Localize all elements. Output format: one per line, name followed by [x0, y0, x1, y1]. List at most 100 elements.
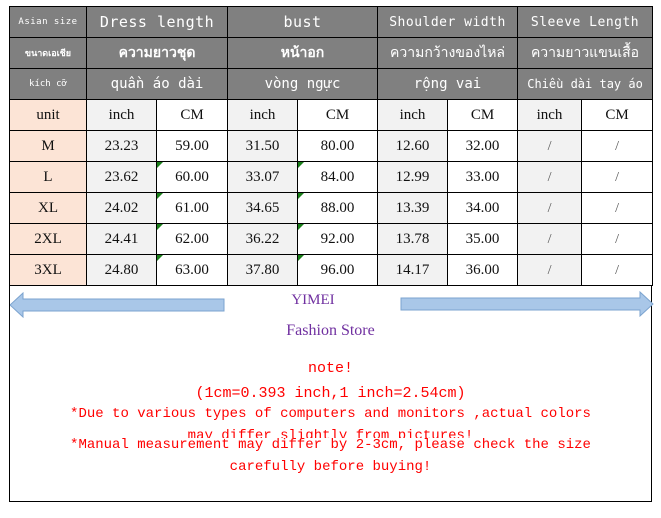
inch-value: 13.78: [377, 223, 448, 255]
size-label: 3XL: [9, 254, 87, 286]
cm-value: 61.00: [156, 192, 228, 224]
cell-text: /: [547, 200, 552, 216]
cm-value: 80.00: [297, 130, 378, 162]
size-label: XL: [9, 192, 87, 224]
cm-value: 96.00: [297, 254, 378, 286]
inch-value: 31.50: [227, 130, 298, 162]
header-row-english: Asian size Dress length bust Shoulder wi…: [9, 6, 654, 38]
measurement-disclaimer-cont: carefully before buying!: [229, 459, 432, 473]
units-row: unit inch CM inch CM inch CM inch CM: [9, 99, 654, 131]
bust-header: bust: [227, 6, 378, 38]
brand-name: YIMEI: [291, 292, 335, 308]
inch-value: 14.17: [377, 254, 448, 286]
header-row-thai: ขนาดเอเชีย ความยาวชุด หน้าอก ความกว้างขอ…: [9, 37, 654, 69]
cm-value: 36.00: [446, 254, 519, 286]
shoulder-width-header-vietnamese: rộng vai: [376, 68, 519, 100]
cell-text: 33.00: [465, 168, 500, 185]
cell-text: 23.23: [104, 137, 139, 154]
cell-text: /: [547, 169, 552, 185]
cm-value: /: [581, 223, 654, 255]
unit-cm: CM: [156, 99, 228, 131]
unit-inch: inch: [227, 99, 298, 131]
cell-text: 36.22: [245, 230, 280, 247]
cell-marker-icon: [157, 224, 163, 230]
cell-text: 32.00: [465, 137, 500, 154]
cell-text: 92.00: [320, 230, 355, 247]
cell-text: /: [615, 231, 619, 247]
inch-value: 13.39: [377, 192, 448, 224]
cell-text: 24.02: [104, 199, 139, 216]
sleeve-length-header: Sleeve Length: [517, 6, 654, 38]
cell-text: 36.00: [465, 261, 500, 278]
cell-marker-icon: [157, 162, 163, 168]
bust-header-thai: หน้าอก: [227, 37, 378, 69]
cell-marker-icon: [157, 193, 163, 199]
inch-value: 24.02: [86, 192, 157, 224]
cell-text: 80.00: [320, 137, 355, 154]
inch-value: /: [517, 161, 583, 193]
cell-marker-icon: [298, 193, 304, 199]
unit-cm: CM: [297, 99, 378, 131]
cm-value: 59.00: [156, 130, 228, 162]
unit-conversion-note: (1cm=0.393 inch,1 inch=2.54cm): [195, 385, 466, 402]
cell-marker-icon: [298, 162, 304, 168]
inch-value: 34.65: [227, 192, 298, 224]
cm-value: /: [581, 161, 654, 193]
cell-text: 14.17: [395, 261, 430, 278]
unit-inch: inch: [86, 99, 157, 131]
size-row: L 23.62 60.00 33.07 84.00 12.99 33.00 / /: [9, 161, 654, 193]
inch-value: 23.62: [86, 161, 157, 193]
cell-text: /: [547, 138, 552, 154]
inch-value: 23.23: [86, 130, 157, 162]
asian-size-label: Asian size: [9, 6, 87, 38]
cell-text: 62.00: [175, 230, 209, 247]
sleeve-length-header-vietnamese: Chiều dài tay áo: [517, 68, 654, 100]
cell-text: 61.00: [175, 199, 209, 216]
size-chart-table: Asian size Dress length bust Shoulder wi…: [9, 6, 654, 286]
inch-value: 36.22: [227, 223, 298, 255]
cell-text: 96.00: [320, 261, 355, 278]
cell-text: 88.00: [320, 199, 355, 216]
dress-length-header: Dress length: [86, 6, 228, 38]
note-title: note!: [307, 360, 353, 377]
size-label: M: [9, 130, 87, 162]
cell-text: 24.41: [104, 230, 139, 247]
shoulder-width-header-thai: ความกว้างของไหล่: [376, 37, 519, 69]
measurement-disclaimer: *Manual measurement may differ by 2-3cm,…: [70, 437, 591, 453]
cell-marker-icon: [157, 255, 163, 261]
color-disclaimer: *Due to various types of computers and m…: [70, 406, 591, 422]
cell-text: 23.62: [104, 168, 139, 185]
inch-value: 12.60: [377, 130, 448, 162]
cm-value: 35.00: [446, 223, 519, 255]
cell-text: 60.00: [175, 168, 209, 185]
size-row: 3XL 24.80 63.00 37.80 96.00 14.17 36.00 / /: [9, 254, 654, 286]
right-arrow-icon: [400, 291, 654, 317]
cell-text: 12.99: [395, 168, 430, 185]
inch-value: 24.41: [86, 223, 157, 255]
unit-label: unit: [9, 99, 87, 131]
inch-value: 12.99: [377, 161, 448, 193]
cell-text: 59.00: [175, 137, 209, 154]
cell-text: 13.78: [395, 230, 430, 247]
cell-text: 84.00: [320, 168, 355, 185]
cell-text: 63.00: [175, 261, 209, 278]
cell-text: /: [615, 262, 619, 278]
cell-marker-icon: [298, 224, 304, 230]
cell-text: 12.60: [395, 137, 430, 154]
cell-marker-icon: [298, 255, 304, 261]
size-label: L: [9, 161, 87, 193]
size-label: 2XL: [9, 223, 87, 255]
size-row: M 23.23 59.00 31.50 80.00 12.60 32.00 / /: [9, 130, 654, 162]
inch-value: /: [517, 192, 583, 224]
cm-value: 84.00: [297, 161, 378, 193]
cell-text: /: [547, 231, 552, 247]
asian-size-label-thai: ขนาดเอเชีย: [9, 37, 87, 69]
asian-size-label-vietnamese: kích cỡ: [9, 68, 87, 100]
bust-header-vietnamese: vòng ngực: [227, 68, 378, 100]
cell-text: 37.80: [245, 261, 280, 278]
cell-text: /: [615, 138, 619, 154]
cm-value: /: [581, 192, 654, 224]
cell-text: /: [615, 169, 619, 185]
size-row: 2XL 24.41 62.00 36.22 92.00 13.78 35.00 / /: [9, 223, 654, 255]
unit-inch: inch: [377, 99, 448, 131]
